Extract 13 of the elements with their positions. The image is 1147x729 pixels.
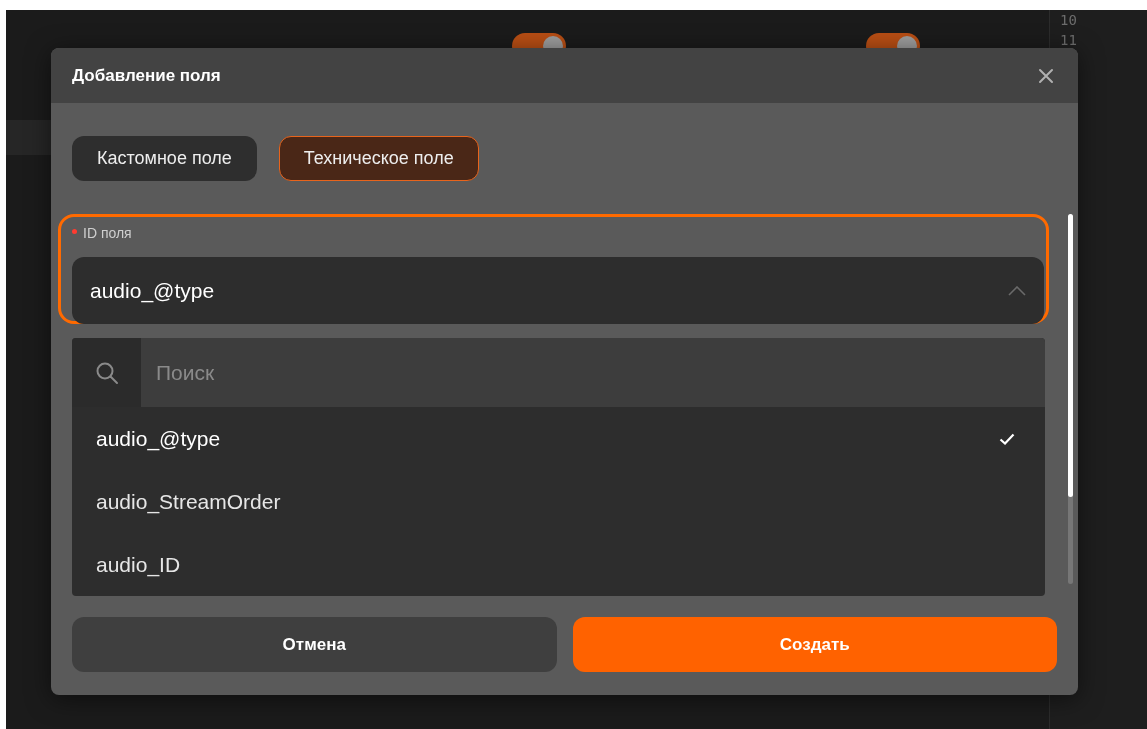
select-field[interactable]: audio_@type	[72, 257, 1044, 324]
tab[interactable]: Кастомное поле	[72, 136, 257, 181]
field-label: ID поля	[83, 225, 132, 241]
dialog-button[interactable]: Отмена	[72, 617, 557, 672]
close-icon[interactable]	[1038, 67, 1054, 84]
line-number: 11	[1060, 31, 1078, 50]
option-item[interactable]: audio_@type	[72, 407, 1045, 470]
search-icon	[94, 360, 119, 385]
tab[interactable]: Техническое поле	[278, 136, 479, 181]
option-item[interactable]: audio_ID	[72, 533, 1045, 596]
option-item[interactable]: audio_StreamOrder	[72, 470, 1045, 533]
dialog-title: Добавление поля	[72, 65, 221, 86]
line-number: 10	[1060, 11, 1078, 30]
